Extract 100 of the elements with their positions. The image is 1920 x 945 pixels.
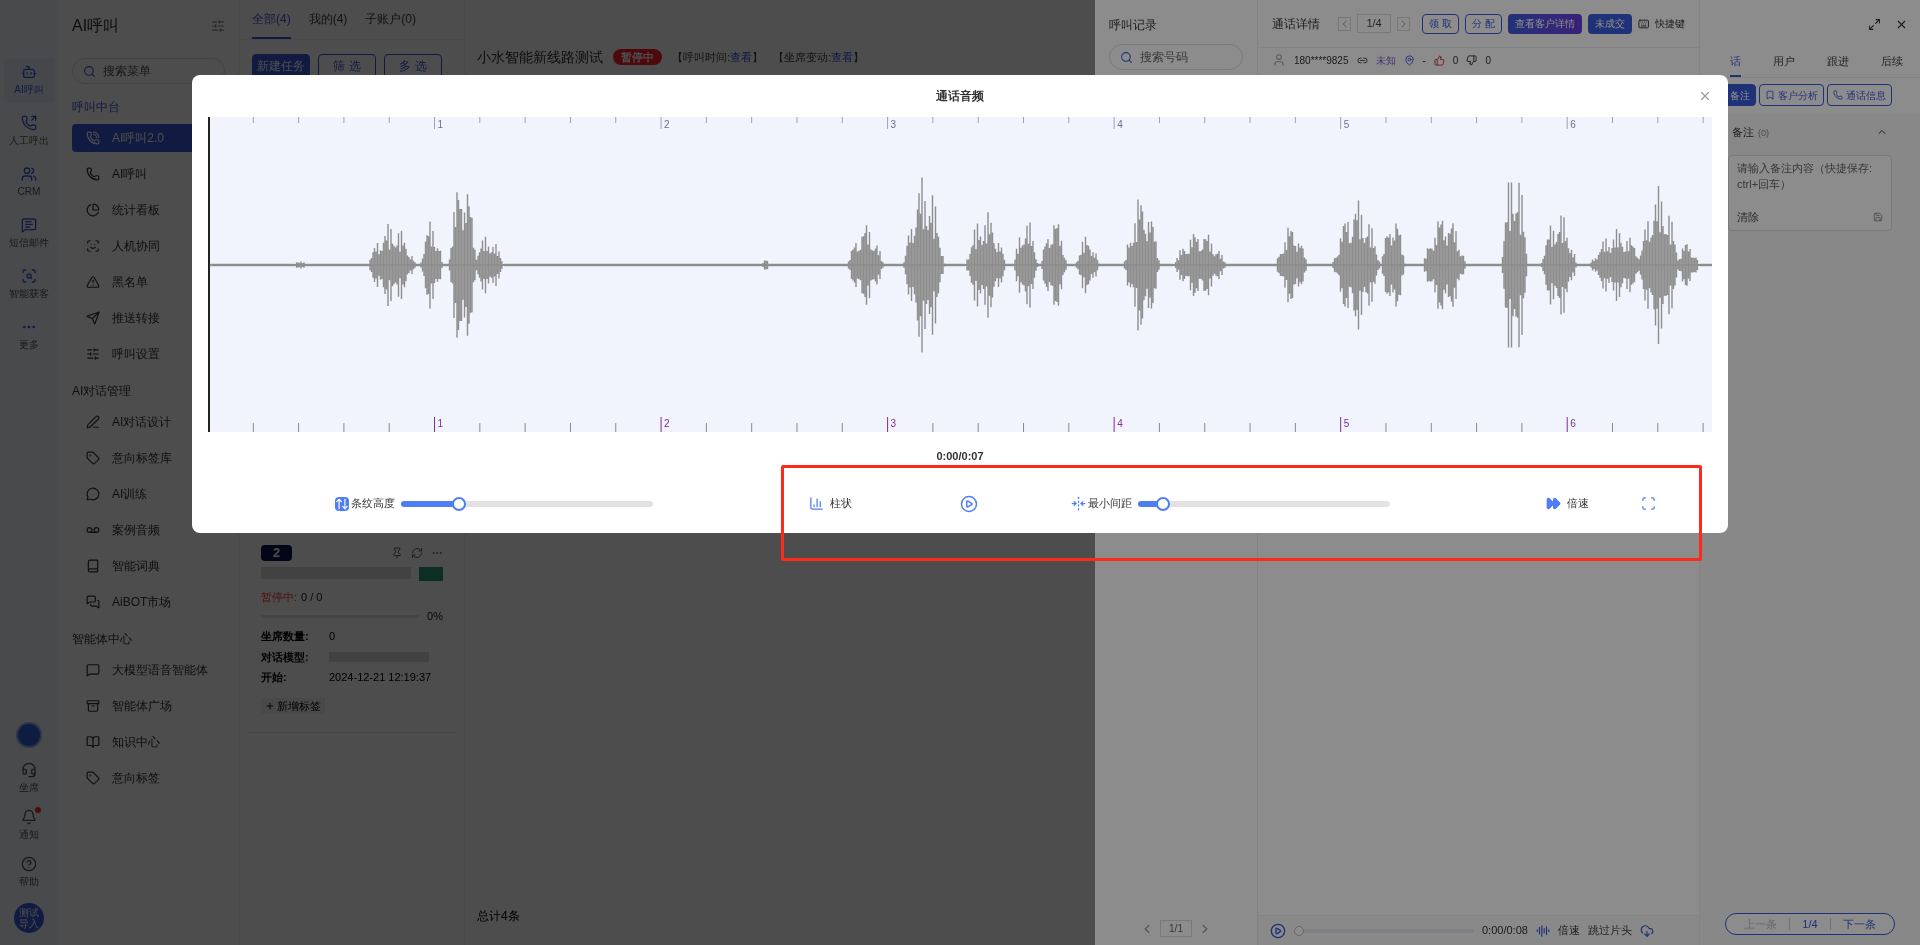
save-icon[interactable]: [1873, 212, 1883, 223]
menu-item-icon: [86, 415, 100, 429]
note-input[interactable]: 请输入备注内容（快捷保存: ctrl+回车）: [1737, 159, 1883, 209]
task-tab[interactable]: 全部(4): [252, 0, 291, 39]
record-page: 1/4: [1802, 916, 1818, 932]
menu-item-icon: [86, 771, 100, 785]
page-indicator: 1/1: [1160, 920, 1192, 937]
audio-progress-track[interactable]: [1294, 924, 1474, 937]
task-button[interactable]: 多 选: [384, 54, 442, 78]
speed-button[interactable]: 倍速: [1546, 495, 1610, 512]
note-title: 备注: [1732, 126, 1754, 138]
avatar-icon: [1272, 53, 1286, 67]
refresh-icon[interactable]: [411, 547, 423, 560]
spacing-label: 最小间距: [1088, 496, 1132, 512]
add-tag-button[interactable]: 新增标签: [261, 697, 325, 715]
menu-item-icon: [86, 487, 100, 501]
slider-thumb[interactable]: [1156, 496, 1171, 511]
rail-icon: [21, 809, 37, 825]
location-icon: [1403, 54, 1415, 66]
rail-icon: [21, 856, 37, 872]
bars-icon: [809, 496, 824, 511]
records-search-field[interactable]: 搜索号码: [1109, 44, 1243, 70]
phone-icon: [1833, 90, 1843, 100]
meta-link[interactable]: 查看: [730, 50, 753, 63]
waveform-icon[interactable]: [1535, 923, 1550, 938]
status-badge: 暂停中: [613, 48, 662, 66]
menu-item-icon: [86, 203, 100, 217]
pin-icon[interactable]: [391, 547, 403, 560]
menu-item-icon: [86, 451, 100, 465]
next-record-button[interactable]: 下一条: [1842, 915, 1876, 933]
audio-time: 0:00/0:08: [1482, 923, 1528, 939]
side-tab[interactable]: 跟进: [1827, 52, 1849, 77]
fullscreen-icon[interactable]: [1641, 496, 1656, 511]
details-button[interactable]: 领 取: [1422, 13, 1459, 34]
side-tab[interactable]: 后续: [1881, 52, 1903, 77]
plus-icon: [265, 701, 275, 711]
menu-item[interactable]: AI对话设计: [72, 408, 225, 436]
side-action-button[interactable]: 通话信息: [1827, 84, 1892, 106]
ruler-label: 6: [1570, 417, 1576, 431]
next-icon[interactable]: [1396, 16, 1411, 31]
menu-item-icon: [86, 275, 100, 289]
bars-button[interactable]: 柱状: [809, 495, 889, 512]
details-title: 通话详情: [1272, 15, 1320, 33]
menu-item[interactable]: 案例音频: [72, 516, 225, 544]
menu-item-icon: [86, 131, 100, 145]
task-title: 小水智能新线路测试: [477, 47, 603, 67]
menu-item-icon: [86, 699, 100, 713]
records-title: 呼叫记录: [1109, 17, 1158, 34]
like-icon[interactable]: [1433, 54, 1445, 66]
side-action-button[interactable]: 客户分析: [1759, 84, 1824, 106]
task-index-badge: 2: [261, 545, 293, 562]
menu-item[interactable]: 知识中心: [72, 728, 225, 756]
bookmark-icon: [1765, 90, 1775, 100]
details-button[interactable]: 分 配: [1464, 13, 1502, 34]
details-button[interactable]: 查看客户详情: [1507, 13, 1582, 34]
prev-icon[interactable]: [1338, 16, 1352, 31]
ruler-label: 2: [664, 417, 670, 431]
redacted-block: [419, 567, 443, 582]
play-icon[interactable]: [960, 494, 978, 513]
task-button[interactable]: 筛 选: [318, 54, 376, 78]
menu-item-icon: [86, 347, 100, 361]
task-count: 0 / 0: [301, 591, 323, 604]
menu-item-icon: [86, 735, 100, 749]
rail-icon: [21, 762, 37, 778]
meta-link[interactable]: 查看: [831, 50, 854, 63]
rail-icon: [21, 217, 37, 233]
ruler-label: 3: [890, 417, 897, 431]
play-icon[interactable]: [1270, 922, 1286, 939]
total-count: 总计4条: [477, 908, 520, 925]
rail-icon: [21, 115, 37, 131]
clear-button[interactable]: 清除: [1737, 209, 1759, 226]
expand-icon[interactable]: [1868, 17, 1881, 31]
menu-item[interactable]: 统计看板: [72, 196, 225, 224]
side-tab[interactable]: 用户: [1773, 52, 1795, 77]
menu-item-icon: [86, 595, 100, 609]
ruler-label: 3: [890, 118, 897, 132]
collapse-icon[interactable]: [211, 19, 225, 33]
field-value: 2024-12-21 12:19:37: [329, 670, 432, 686]
phone-number: 180****9825: [1294, 53, 1349, 68]
dislike-icon[interactable]: [1466, 54, 1478, 66]
intent-label: 未知: [1375, 53, 1396, 68]
menu-item-icon: [86, 311, 100, 325]
speed-button[interactable]: 倍速: [1557, 922, 1580, 939]
location-text: -: [1422, 53, 1426, 68]
menu-item[interactable]: AI呼叫: [72, 160, 225, 188]
note-box[interactable]: 请输入备注内容（快捷保存: ctrl+回车） 清除: [1728, 154, 1892, 231]
menu-item[interactable]: AI训练: [72, 480, 225, 508]
details-button[interactable]: 未成交: [1587, 13, 1632, 34]
slider-thumb[interactable]: [451, 496, 466, 511]
side-tab[interactable]: 话: [1730, 52, 1741, 77]
ruler-label: 6: [1570, 118, 1576, 132]
shortcut-link[interactable]: 快捷键: [1655, 16, 1685, 31]
menu-item[interactable]: AiBOT市场: [72, 588, 225, 616]
audio-progress-thumb[interactable]: [1294, 925, 1304, 936]
height-slider[interactable]: [401, 496, 653, 511]
height-label: 条纹高度: [351, 496, 395, 512]
spacing-slider[interactable]: [1138, 496, 1390, 511]
download-icon[interactable]: [1639, 923, 1654, 938]
skip-intro-button[interactable]: 跳过片头: [1587, 922, 1632, 939]
close-icon[interactable]: [1698, 89, 1712, 103]
